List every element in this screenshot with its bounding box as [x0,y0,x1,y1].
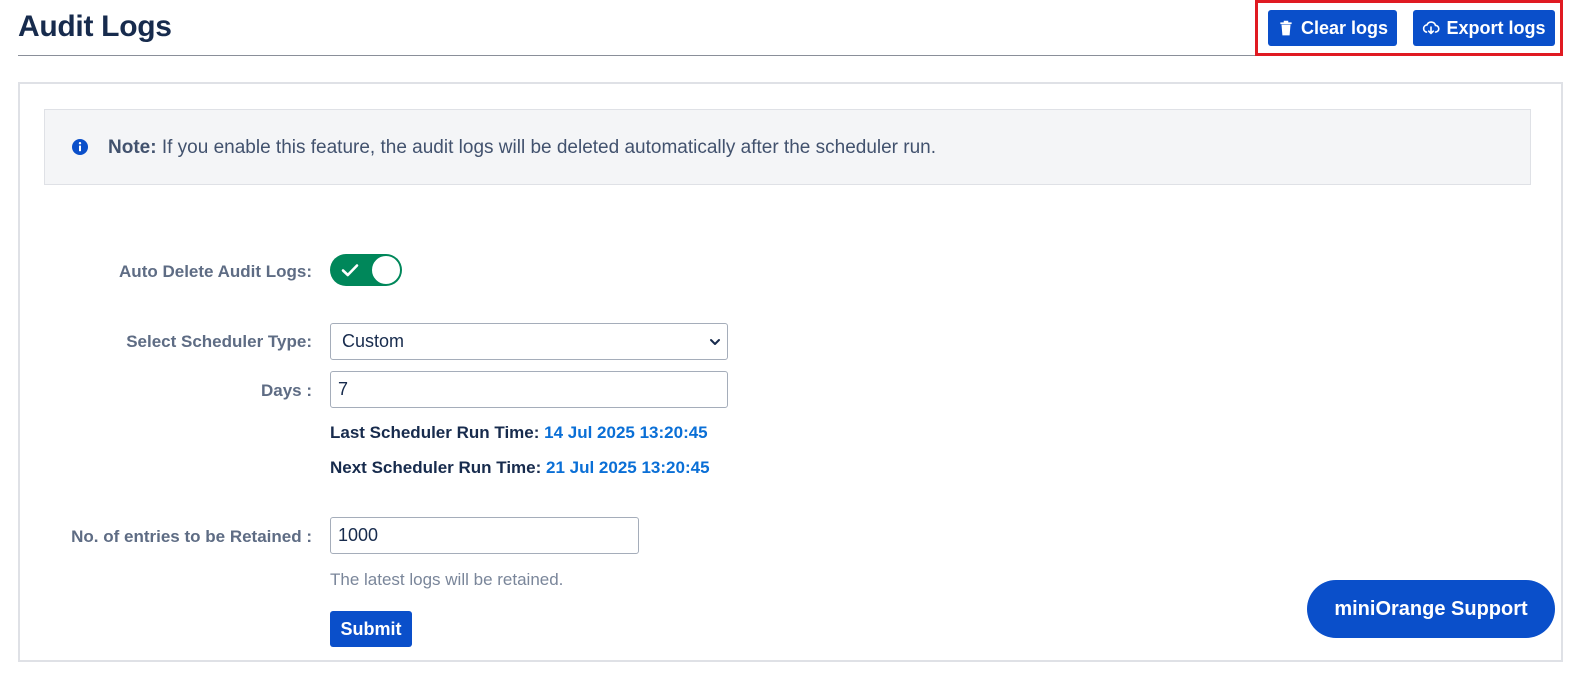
auto-delete-label: Auto Delete Audit Logs: [119,262,312,281]
note-body: If you enable this feature, the audit lo… [156,137,937,158]
clear-logs-button[interactable]: Clear logs [1268,10,1397,46]
auto-delete-toggle[interactable] [330,254,402,286]
clear-logs-label: Clear logs [1300,17,1389,38]
note-panel: Note: If you enable this feature, the au… [44,109,1531,185]
days-label: Days : [260,381,312,400]
entries-hint: The latest logs will be retained. [330,570,564,589]
entries-retained-input[interactable] [330,517,639,554]
page-title: Audit Logs [18,10,172,43]
export-logs-button[interactable]: Export logs [1413,10,1555,46]
chevron-down-icon [710,339,720,345]
note-prefix: Note: [108,137,157,158]
last-run-label: Last Scheduler Run Time: [330,423,545,442]
entries-retained-label: No. of entries to be Retained : [71,527,312,546]
info-icon [72,139,88,155]
support-button[interactable]: miniOrange Support [1307,580,1555,638]
export-logs-label: Export logs [1446,17,1546,38]
scheduler-type-value: Custom [342,331,405,351]
toggle-knob [371,255,401,285]
cloud-download-icon [1423,21,1440,35]
days-input[interactable] [330,371,728,408]
check-icon [341,264,359,277]
scheduler-type-label: Select Scheduler Type: [126,332,312,351]
note-text: Note: If you enable this feature, the au… [108,137,936,159]
next-run-time: Next Scheduler Run Time: 21 Jul 2025 13:… [330,458,710,478]
next-run-value: 21 Jul 2025 13:20:45 [546,458,710,477]
next-run-label: Next Scheduler Run Time: [330,458,547,477]
trash-icon [1280,20,1292,36]
scheduler-type-select[interactable]: Custom [330,323,728,360]
last-run-time: Last Scheduler Run Time: 14 Jul 2025 13:… [330,423,708,443]
last-run-value: 14 Jul 2025 13:20:45 [544,423,708,442]
submit-button[interactable]: Submit [330,611,412,647]
